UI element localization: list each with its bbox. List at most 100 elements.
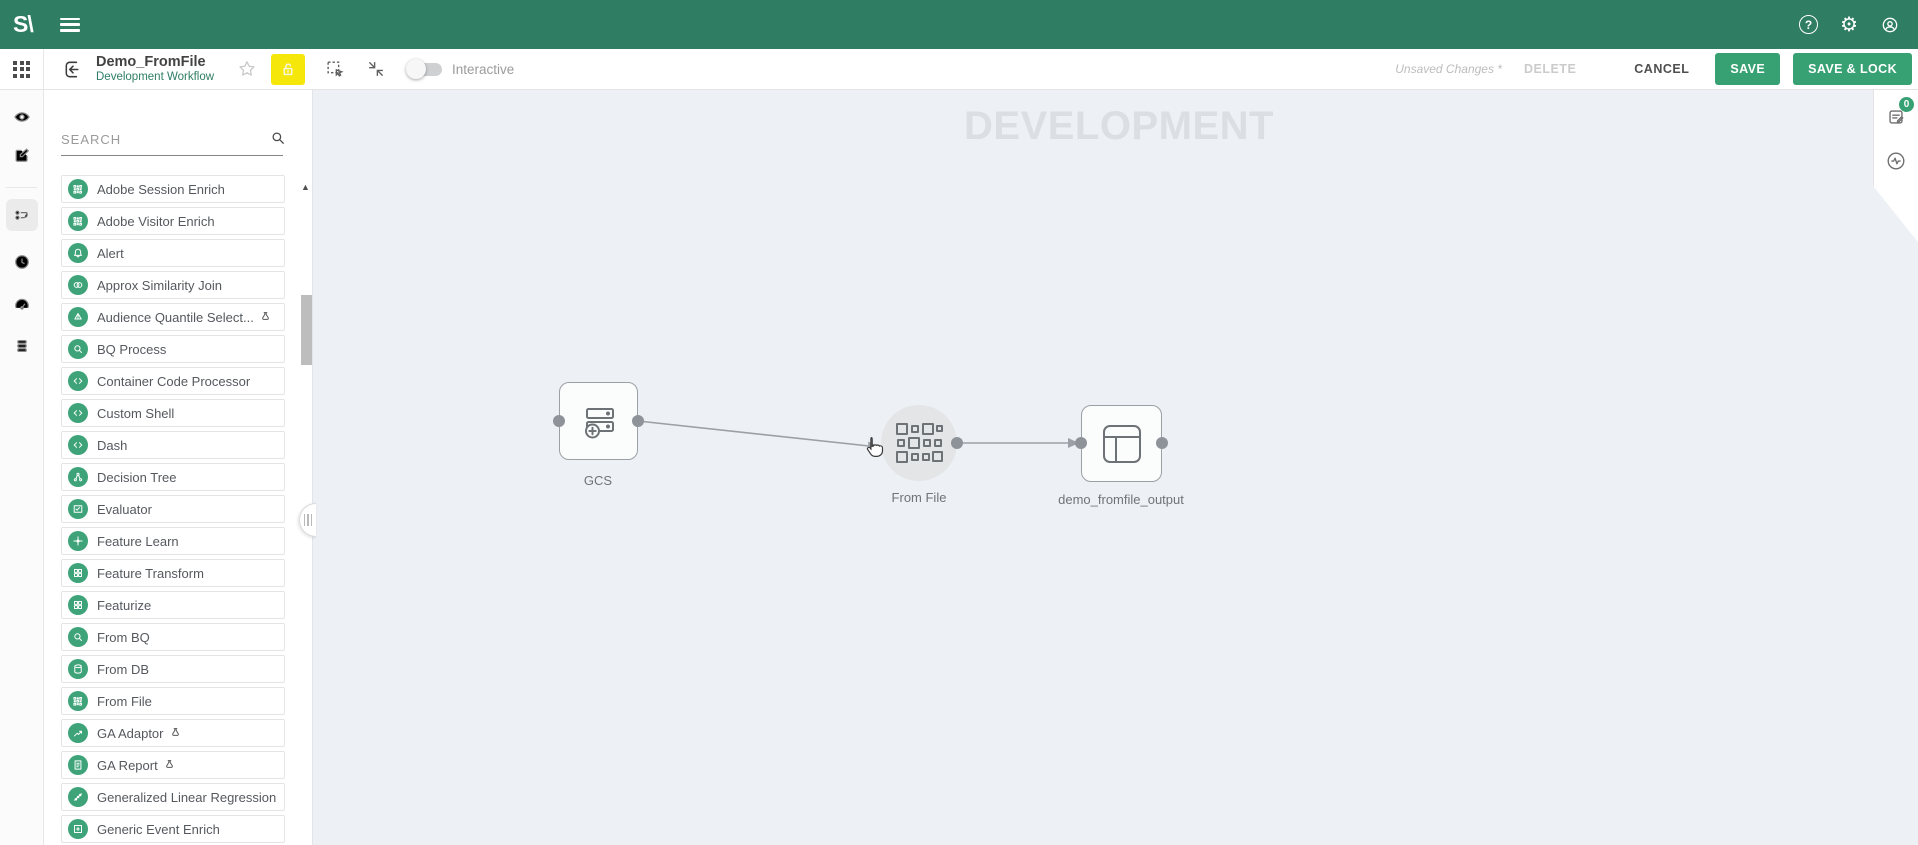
- scroll-up-arrow[interactable]: ▲: [301, 182, 310, 192]
- node-palette-panel: Adobe Session Enrich Adobe Visitor Enrich…: [44, 90, 312, 845]
- flask-icon: [169, 727, 182, 740]
- activity-icon[interactable]: [1885, 150, 1907, 172]
- hand-cursor: [862, 435, 888, 461]
- list-item-label: BQ Process: [97, 342, 166, 357]
- code-icon: [68, 403, 88, 423]
- flask-icon: [163, 759, 176, 772]
- list-item-label: Decision Tree: [97, 470, 176, 485]
- plus-net-icon: [68, 531, 88, 551]
- gear-icon[interactable]: ⚙: [1840, 15, 1858, 35]
- list-item-label: From BQ: [97, 630, 150, 645]
- top-app-bar: S\ ? ⚙: [0, 0, 1918, 49]
- search-input[interactable]: [61, 126, 283, 156]
- list-item-label: GA Adaptor: [97, 726, 164, 741]
- list-item-label: Feature Learn: [97, 534, 179, 549]
- flask-icon: [259, 311, 272, 324]
- list-item[interactable]: Feature Learn: [61, 527, 285, 555]
- list-item[interactable]: GA Report: [61, 751, 285, 779]
- compose-icon[interactable]: [6, 139, 38, 171]
- left-nav-rail: [0, 90, 44, 845]
- feature-grid-icon: [68, 595, 88, 615]
- hamburger-icon[interactable]: [60, 18, 80, 32]
- list-item[interactable]: Audience Quantile Select...: [61, 303, 285, 331]
- list-item-label: Evaluator: [97, 502, 152, 517]
- output-table-icon: [1099, 421, 1145, 467]
- chart-arrow-icon: [68, 723, 88, 743]
- list-item[interactable]: Custom Shell: [61, 399, 285, 427]
- workflow-title: Demo_FromFile: [96, 54, 214, 71]
- report-icon: [68, 755, 88, 775]
- grid-dots-icon: [68, 691, 88, 711]
- list-item-label: Adobe Session Enrich: [97, 182, 225, 197]
- square-plus-icon: [68, 819, 88, 839]
- apps-grid-icon[interactable]: [0, 49, 44, 90]
- list-item-label: Feature Transform: [97, 566, 204, 581]
- save-and-lock-button[interactable]: SAVE & LOCK: [1793, 53, 1912, 85]
- interactive-toggle[interactable]: [409, 63, 442, 76]
- eye-icon[interactable]: [6, 101, 38, 133]
- checklist-icon: [68, 499, 88, 519]
- workflow-canvas[interactable]: DEVELOPMENT GCS From File demo_fromfile_…: [312, 90, 1918, 845]
- list-item-label: Approx Similarity Join: [97, 278, 222, 293]
- list-item-label: Alert: [97, 246, 124, 261]
- list-item[interactable]: Evaluator: [61, 495, 285, 523]
- list-item[interactable]: Featurize: [61, 591, 285, 619]
- node-label: demo_fromfile_output: [1058, 492, 1184, 507]
- list-item[interactable]: Feature Transform: [61, 559, 285, 587]
- save-button[interactable]: SAVE: [1715, 53, 1780, 85]
- list-item-label: Generalized Linear Regression: [97, 790, 276, 805]
- list-item[interactable]: Approx Similarity Join: [61, 271, 285, 299]
- tree-icon: [68, 467, 88, 487]
- search-icon: [68, 627, 88, 647]
- environment-watermark: DEVELOPMENT: [964, 104, 1274, 149]
- list-item[interactable]: From BQ: [61, 623, 285, 651]
- node-label: GCS: [584, 473, 612, 488]
- list-item-label: Custom Shell: [97, 406, 174, 421]
- node-from-file[interactable]: [881, 405, 957, 481]
- compress-icon[interactable]: [365, 58, 387, 80]
- node-gcs[interactable]: [559, 382, 638, 460]
- list-item-label: Audience Quantile Select...: [97, 310, 254, 325]
- list-item-label: Dash: [97, 438, 127, 453]
- search-icon: [68, 339, 88, 359]
- rail-divider: [6, 187, 37, 188]
- list-item[interactable]: BQ Process: [61, 335, 285, 363]
- list-item[interactable]: Container Code Processor: [61, 367, 285, 395]
- gauge-icon[interactable]: [6, 289, 38, 321]
- list-item-label: GA Report: [97, 758, 158, 773]
- list-item[interactable]: Generic Event Enrich: [61, 815, 285, 843]
- list-item[interactable]: Generalized Linear Regression: [61, 783, 285, 811]
- node-list: Adobe Session Enrich Adobe Visitor Enrich…: [61, 175, 285, 845]
- list-item[interactable]: GA Adaptor: [61, 719, 285, 747]
- workflow-edge: [638, 421, 869, 446]
- list-item-label: From File: [97, 694, 152, 709]
- cancel-button[interactable]: CANCEL: [1634, 62, 1689, 76]
- list-item[interactable]: Alert: [61, 239, 285, 267]
- list-item-label: From DB: [97, 662, 149, 677]
- node-output[interactable]: [1081, 405, 1162, 482]
- list-item[interactable]: Dash: [61, 431, 285, 459]
- list-item[interactable]: From DB: [61, 655, 285, 683]
- list-item-label: Generic Event Enrich: [97, 822, 220, 837]
- unlock-button[interactable]: [271, 54, 305, 85]
- delete-button[interactable]: DELETE: [1524, 62, 1576, 76]
- help-icon[interactable]: ?: [1799, 15, 1818, 34]
- clock-icon[interactable]: [6, 246, 38, 278]
- feature-grid-icon: [68, 563, 88, 583]
- list-item[interactable]: Decision Tree: [61, 463, 285, 491]
- star-icon[interactable]: [236, 58, 258, 80]
- marquee-select-icon[interactable]: [324, 58, 346, 80]
- list-item[interactable]: From File: [61, 687, 285, 715]
- list-item-label: Featurize: [97, 598, 151, 613]
- account-icon[interactable]: [1880, 15, 1900, 35]
- list-item[interactable]: Adobe Visitor Enrich: [61, 207, 285, 235]
- workflow-toolbar: Demo_FromFile Development Workflow Inter…: [0, 49, 1918, 90]
- workflow-nav-icon[interactable]: [6, 199, 38, 231]
- layers-icon[interactable]: [6, 330, 38, 362]
- gcs-storage-icon: [576, 398, 622, 444]
- search-icon[interactable]: [269, 129, 287, 147]
- list-item[interactable]: Adobe Session Enrich: [61, 175, 285, 203]
- app-logo: S\: [13, 11, 33, 38]
- unsaved-changes-text: Unsaved Changes *: [1395, 62, 1502, 76]
- scatter-icon: [68, 787, 88, 807]
